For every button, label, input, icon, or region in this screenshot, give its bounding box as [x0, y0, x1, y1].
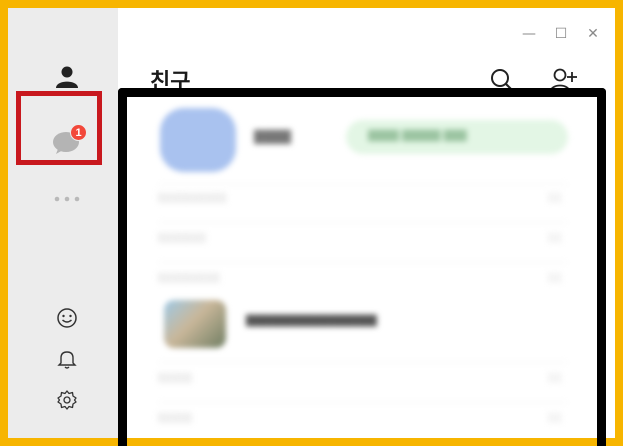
- gear-icon: [57, 390, 77, 410]
- sidebar-item-friends[interactable]: [47, 60, 87, 94]
- smiley-icon: [57, 308, 77, 328]
- sidebar: 1: [8, 8, 118, 438]
- sidebar-item-more[interactable]: [47, 182, 87, 216]
- person-icon: [56, 66, 78, 88]
- sidebar-item-emoticon[interactable]: [47, 301, 87, 335]
- more-dots-icon: [54, 196, 80, 202]
- chat-highlight-box: [16, 91, 102, 165]
- bell-icon: [57, 351, 77, 369]
- close-button[interactable]: ✕: [585, 26, 601, 42]
- sidebar-item-settings[interactable]: [47, 383, 87, 417]
- maximize-button[interactable]: ☐: [553, 26, 569, 42]
- sidebar-item-notifications[interactable]: [47, 342, 87, 376]
- window-controls: — ☐ ✕: [521, 26, 601, 42]
- minimize-button[interactable]: —: [521, 26, 537, 42]
- masked-region-frame: [118, 88, 606, 446]
